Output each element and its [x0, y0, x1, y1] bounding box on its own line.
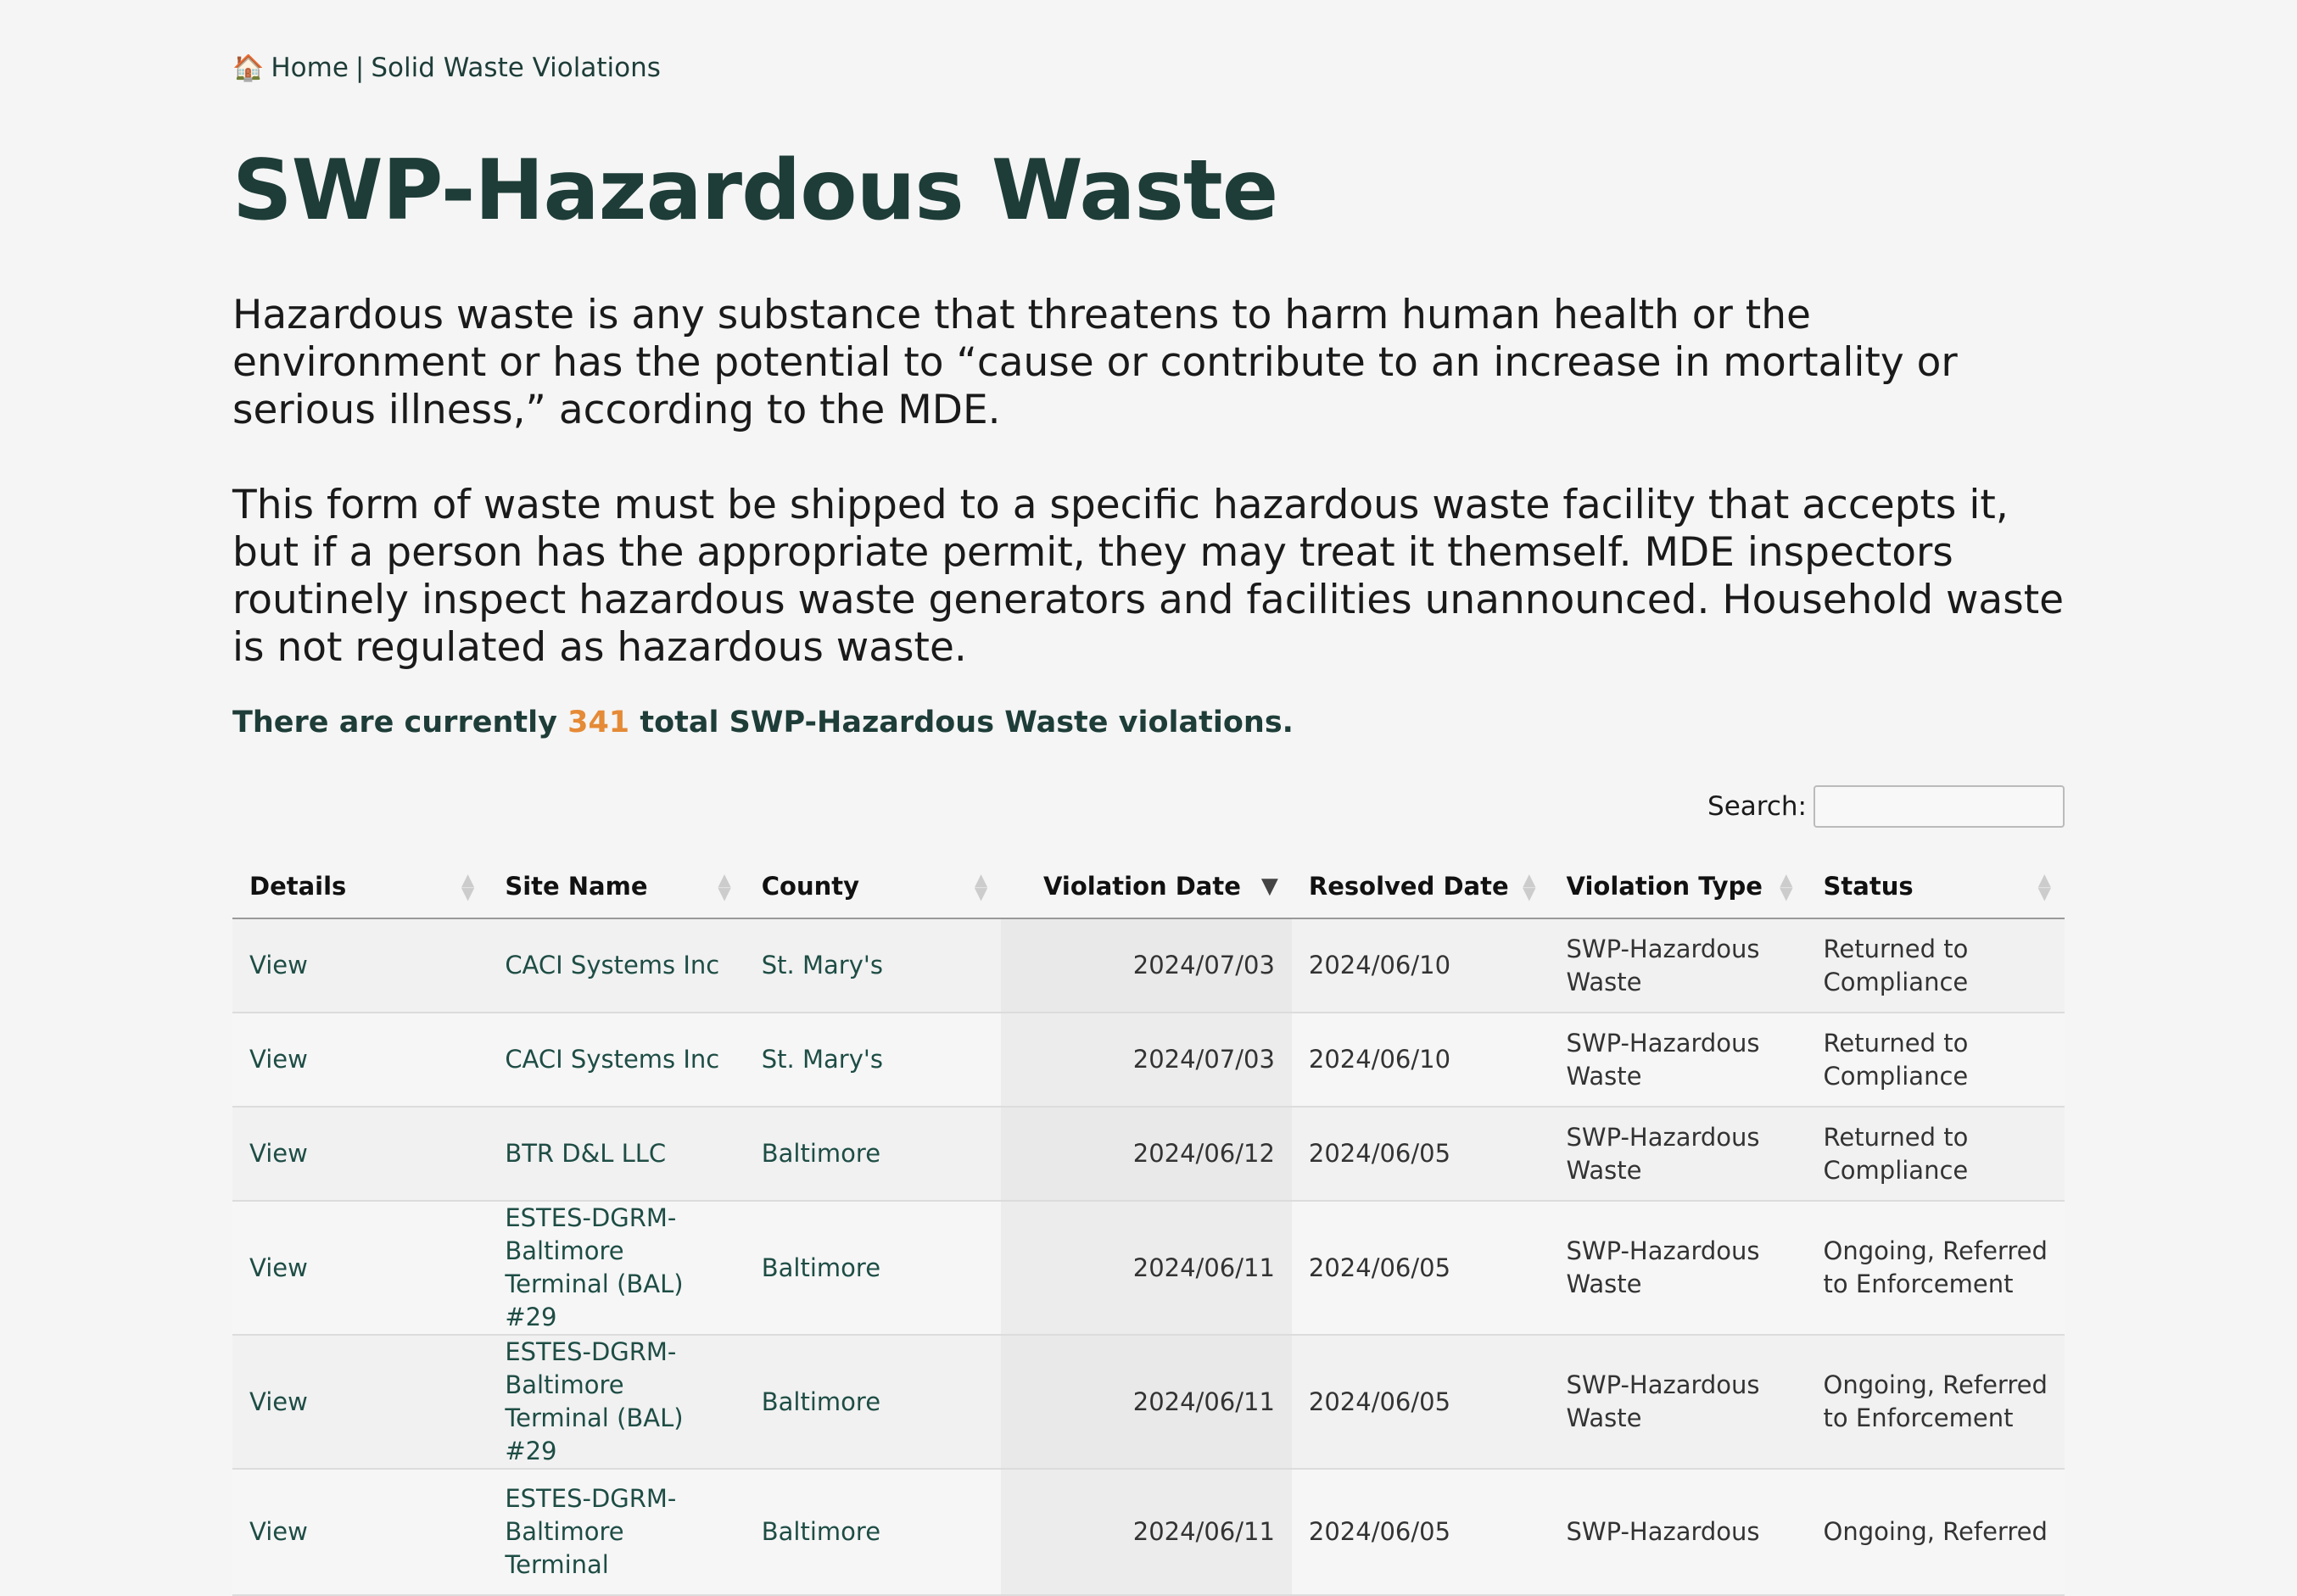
sort-icon: ▲ ▼	[2037, 869, 2051, 903]
resolved-date-cell: 2024/06/05	[1291, 1201, 1550, 1336]
view-link[interactable]: View	[232, 1469, 489, 1596]
status-cell: Returned to Compliance	[1806, 1107, 2065, 1202]
column-header-violation-date[interactable]: Violation Date ▼	[1001, 855, 1292, 919]
site-name-cell: ESTES-DGRM-Baltimore Terminal (BAL) #29	[488, 1335, 745, 1470]
table-row: View ESTES-DGRM-Baltimore Terminal Balti…	[232, 1469, 2065, 1596]
violation-date-cell: 2024/06/11	[1001, 1201, 1292, 1336]
breadcrumb: 🏠 Home | Solid Waste Violations	[232, 53, 661, 83]
county-cell: Baltimore	[744, 1469, 1002, 1596]
resolved-date-cell: 2024/06/05	[1291, 1335, 1550, 1470]
table-row: View BTR D&L LLC Baltimore 2024/06/12 20…	[232, 1107, 2065, 1202]
view-link[interactable]: View	[232, 1335, 489, 1470]
site-name-cell: ESTES-DGRM-Baltimore Terminal	[488, 1469, 745, 1596]
sort-icon: ▲ ▼	[974, 869, 988, 903]
status-cell: Ongoing, Referred to Enforcement	[1806, 1201, 2065, 1336]
view-link[interactable]: View	[232, 1201, 489, 1336]
violation-date-cell: 2024/06/12	[1001, 1107, 1292, 1202]
column-header-status[interactable]: Status ▲ ▼	[1806, 855, 2065, 919]
violation-type-cell: SWP-Hazardous Waste	[1549, 918, 1807, 1013]
view-link[interactable]: View	[232, 918, 489, 1013]
violation-summary: There are currently 341 total SWP-Hazard…	[232, 706, 1294, 739]
violation-type-cell: SWP-Hazardous Waste	[1549, 1107, 1807, 1202]
violation-date-cell: 2024/06/11	[1001, 1335, 1292, 1470]
resolved-date-cell: 2024/06/05	[1291, 1469, 1550, 1596]
view-link[interactable]: View	[232, 1013, 489, 1108]
site-name-cell: CACI Systems Inc	[488, 1013, 745, 1108]
table-row: View ESTES-DGRM-Baltimore Terminal (BAL)…	[232, 1201, 2065, 1336]
header-label: Violation Date	[1042, 872, 1241, 901]
breadcrumb-current-link[interactable]: Solid Waste Violations	[371, 53, 661, 83]
house-icon: 🏠	[232, 53, 265, 83]
column-header-resolved-date[interactable]: Resolved Date ▲ ▼	[1291, 855, 1550, 919]
summary-prefix: There are currently	[232, 706, 557, 739]
site-name-cell: CACI Systems Inc	[488, 918, 745, 1013]
resolved-date-cell: 2024/06/10	[1291, 918, 1550, 1013]
violation-date-cell: 2024/07/03	[1001, 918, 1292, 1013]
table-body: View CACI Systems Inc St. Mary's 2024/07…	[232, 918, 2065, 1596]
view-link[interactable]: View	[232, 1107, 489, 1202]
sort-descending-icon: ▼	[1260, 873, 1278, 899]
search-label: Search:	[1707, 791, 1807, 822]
header-label: Details	[249, 872, 347, 901]
status-cell: Returned to Compliance	[1806, 1013, 2065, 1108]
sort-icon: ▲ ▼	[1780, 869, 1793, 903]
resolved-date-cell: 2024/06/10	[1291, 1013, 1550, 1108]
table-row: View CACI Systems Inc St. Mary's 2024/07…	[232, 918, 2065, 1013]
column-header-violation-type[interactable]: Violation Type ▲ ▼	[1549, 855, 1807, 919]
intro-paragraph-1: Hazardous waste is any substance that th…	[232, 292, 1958, 433]
county-cell: Baltimore	[744, 1201, 1002, 1336]
violation-type-cell: SWP-Hazardous Waste	[1549, 1013, 1807, 1108]
site-name-cell: BTR D&L LLC	[488, 1107, 745, 1202]
violations-table: Details ▲ ▼ Site Name ▲ ▼ County ▲ ▼ Violation…	[232, 855, 2065, 1596]
breadcrumb-separator: |	[355, 53, 365, 83]
status-cell: Ongoing, Referred to Enforcement	[1806, 1335, 2065, 1470]
violation-date-cell: 2024/06/11	[1001, 1469, 1292, 1596]
header-label: Violation Type	[1566, 872, 1763, 901]
county-cell: St. Mary's	[744, 1013, 1002, 1108]
intro-paragraph-2: This form of waste must be shipped to a …	[232, 482, 2065, 671]
column-header-site-name[interactable]: Site Name ▲ ▼	[488, 855, 745, 919]
header-label: Status	[1823, 872, 1914, 901]
header-label: Resolved Date	[1308, 872, 1509, 901]
county-cell: St. Mary's	[744, 918, 1002, 1013]
status-cell: Ongoing, Referred	[1806, 1469, 2065, 1596]
table-row: View CACI Systems Inc St. Mary's 2024/07…	[232, 1013, 2065, 1108]
status-cell: Returned to Compliance	[1806, 918, 2065, 1013]
table-row: View ESTES-DGRM-Baltimore Terminal (BAL)…	[232, 1335, 2065, 1470]
table-search: Search:	[1707, 785, 2065, 828]
sort-icon: ▲ ▼	[461, 869, 475, 903]
violation-type-cell: SWP-Hazardous	[1549, 1469, 1807, 1596]
sort-icon: ▲ ▼	[718, 869, 731, 903]
table-header-row: Details ▲ ▼ Site Name ▲ ▼ County ▲ ▼ Violation…	[232, 855, 2065, 919]
resolved-date-cell: 2024/06/05	[1291, 1107, 1550, 1202]
page-title: SWP-Hazardous Waste	[232, 142, 1278, 239]
county-cell: Baltimore	[744, 1107, 1002, 1202]
summary-suffix: total SWP-Hazardous Waste violations.	[640, 706, 1294, 739]
violation-type-cell: SWP-Hazardous Waste	[1549, 1335, 1807, 1470]
sort-icon: ▲ ▼	[1523, 869, 1536, 903]
site-name-cell: ESTES-DGRM-Baltimore Terminal (BAL) #29	[488, 1201, 745, 1336]
violation-date-cell: 2024/07/03	[1001, 1013, 1292, 1108]
header-label: Site Name	[505, 872, 648, 901]
header-label: County	[761, 872, 860, 901]
column-header-county[interactable]: County ▲ ▼	[744, 855, 1002, 919]
column-header-details[interactable]: Details ▲ ▼	[232, 855, 489, 919]
search-input[interactable]	[1814, 785, 2065, 828]
violation-type-cell: SWP-Hazardous Waste	[1549, 1201, 1807, 1336]
violation-count: 341	[567, 706, 630, 739]
breadcrumb-home-link[interactable]: Home	[271, 53, 349, 83]
county-cell: Baltimore	[744, 1335, 1002, 1470]
